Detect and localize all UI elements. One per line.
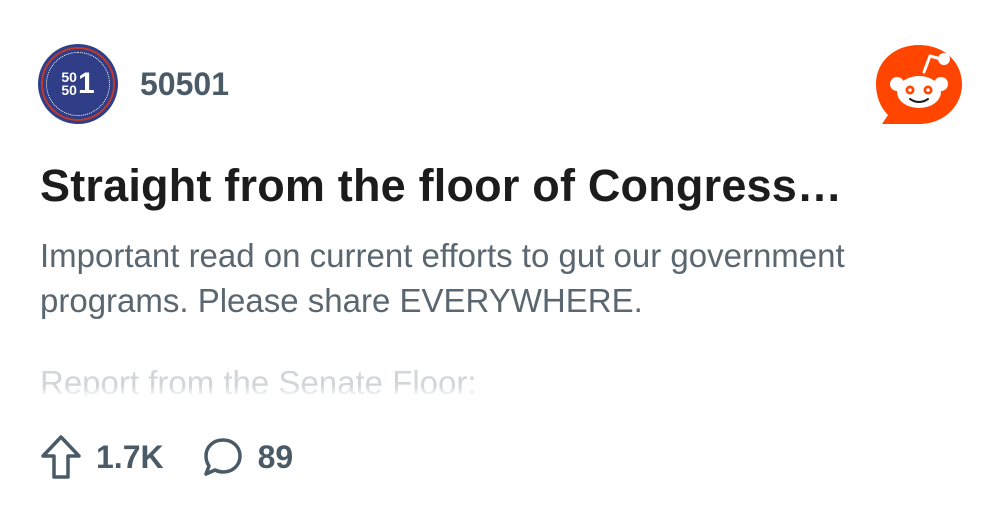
post-title[interactable]: Straight from the floor of Congress… <box>40 160 970 212</box>
post-preview-line: Report from the Senate Floor: <box>40 364 970 398</box>
upvote-count: 1.7K <box>96 438 164 475</box>
post-header: 50 50 1 50501 <box>38 44 229 124</box>
post-actions: 1.7K 89 <box>40 432 331 482</box>
comment-count: 89 <box>257 438 294 475</box>
avatar-logo-bottom: 50 <box>61 82 77 98</box>
upvote-button[interactable]: 1.7K <box>40 434 164 480</box>
subreddit-avatar[interactable]: 50 50 1 <box>38 44 118 124</box>
post-card[interactable]: 50 50 1 50501 Straight from the floor of… <box>0 0 1000 521</box>
avatar-logo: 50 50 1 <box>61 67 95 100</box>
post-body: Important read on current efforts to gut… <box>40 237 845 319</box>
reddit-logo-icon <box>876 45 962 124</box>
post-preview-text: Report from the Senate Floor: <box>40 364 477 398</box>
avatar-logo-stack: 50 50 <box>61 70 77 98</box>
upvote-arrow-icon[interactable] <box>40 434 82 480</box>
comment-bubble-icon[interactable] <box>202 436 244 478</box>
subreddit-name[interactable]: 50501 <box>140 66 229 103</box>
avatar-logo-big: 1 <box>77 67 95 100</box>
comments-button[interactable]: 89 <box>202 436 294 478</box>
